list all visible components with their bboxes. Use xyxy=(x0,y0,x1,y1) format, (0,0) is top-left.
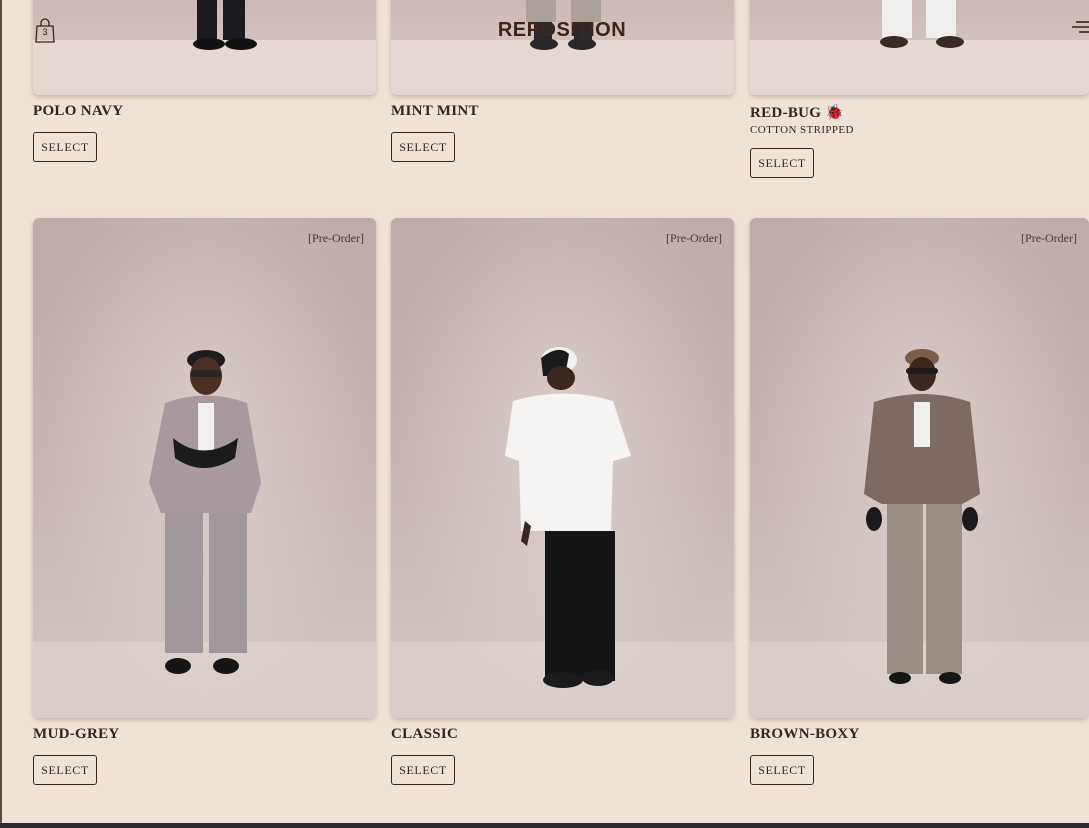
product-name[interactable]: BROWN-BOXY xyxy=(750,726,860,743)
bottom-bar xyxy=(0,823,1089,828)
product-name[interactable]: CLASSIC xyxy=(391,726,458,743)
preorder-badge: [Pre-Order] xyxy=(1021,231,1077,245)
product-card-mud-grey[interactable]: [Pre-Order] MUD-GREY SELECT xyxy=(33,218,376,788)
site-header: 3 REPOSITION xyxy=(0,0,1089,62)
select-button[interactable]: SELECT xyxy=(391,132,455,162)
brand-logo[interactable]: REPOSITION xyxy=(0,19,1089,42)
product-image[interactable]: [Pre-Order] xyxy=(750,218,1089,718)
preorder-badge: [Pre-Order] xyxy=(308,231,364,245)
model-classic-image xyxy=(505,347,631,688)
preorder-badge: [Pre-Order] xyxy=(666,231,722,245)
product-name[interactable]: POLO NAVY xyxy=(33,103,123,120)
select-button[interactable]: SELECT xyxy=(391,755,455,785)
select-button[interactable]: SELECT xyxy=(750,148,814,178)
select-button[interactable]: SELECT xyxy=(33,755,97,785)
select-button[interactable]: SELECT xyxy=(33,132,97,162)
hamburger-menu-icon[interactable] xyxy=(1070,20,1089,36)
select-button[interactable]: SELECT xyxy=(750,755,814,785)
window-edge xyxy=(0,0,2,828)
product-image[interactable]: [Pre-Order] xyxy=(33,218,376,718)
product-name[interactable]: RED-BUG 🐞 xyxy=(750,103,844,122)
product-image[interactable]: [Pre-Order] xyxy=(391,218,734,718)
product-card-classic[interactable]: [Pre-Order] CLASSIC SELECT xyxy=(391,218,734,788)
model-mud-grey-image xyxy=(149,350,261,674)
product-card-brown-boxy[interactable]: [Pre-Order] BROWN-BOXY SELECT xyxy=(750,218,1089,788)
product-name[interactable]: MINT MINT xyxy=(391,103,479,120)
product-name[interactable]: MUD-GREY xyxy=(33,726,120,743)
model-brown-boxy-image xyxy=(864,349,980,684)
product-subtitle: COTTON STRIPPED xyxy=(750,124,854,136)
